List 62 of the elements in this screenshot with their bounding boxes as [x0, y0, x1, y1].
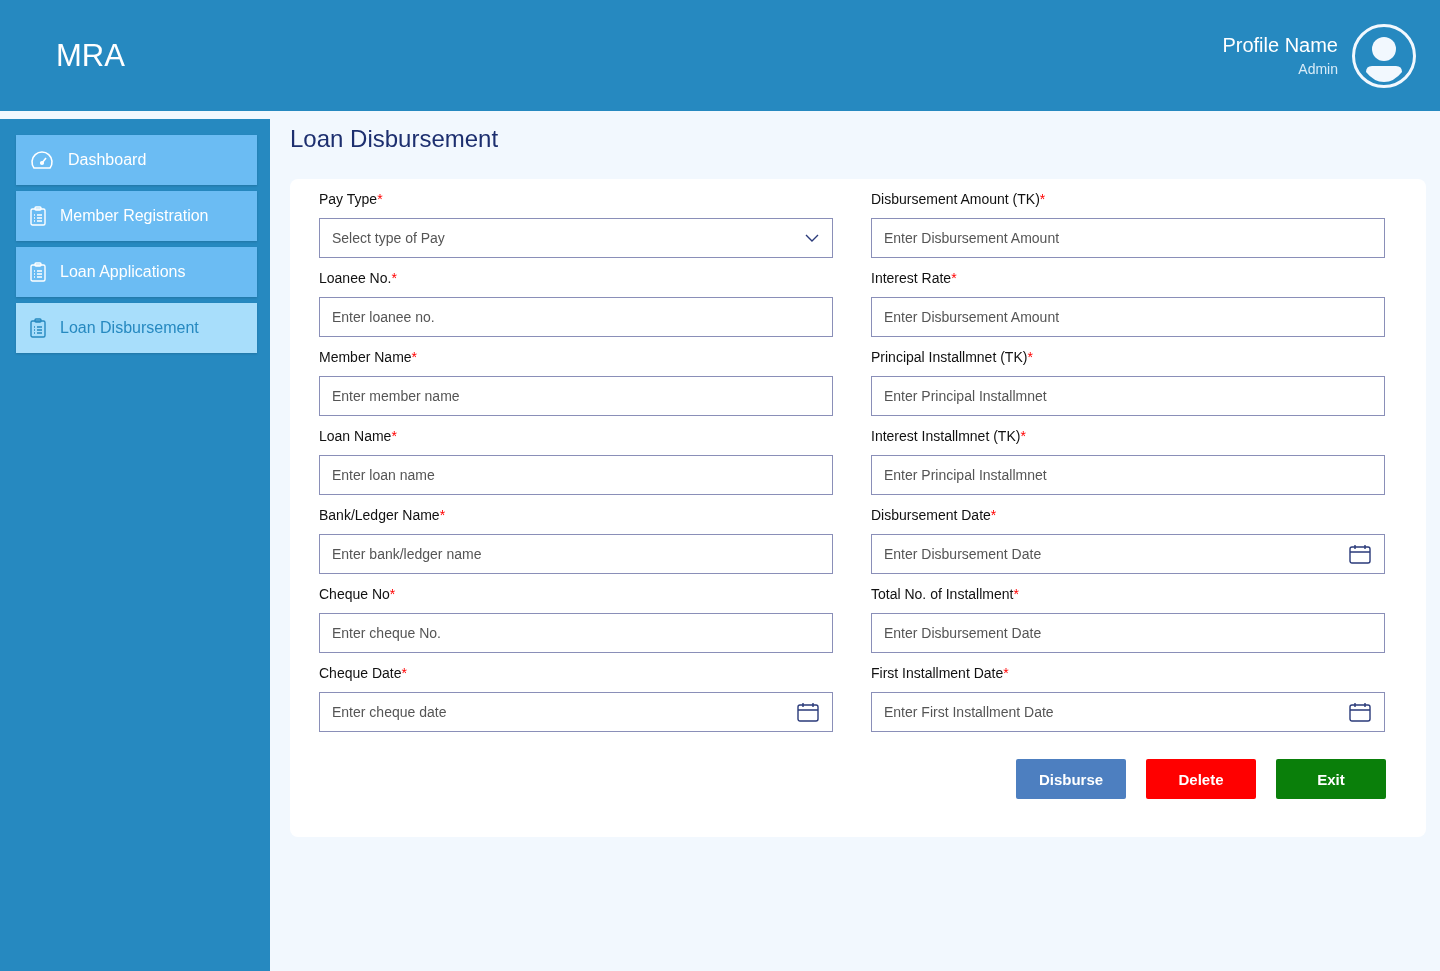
required-asterisk: * [1027, 349, 1033, 365]
required-asterisk: * [1003, 665, 1009, 681]
nav-item[interactable]: Loan Applications [16, 247, 257, 297]
calendar-icon[interactable] [1349, 544, 1371, 564]
success-button[interactable]: Exit [1276, 759, 1386, 799]
required-asterisk: * [1013, 586, 1019, 602]
primary-button[interactable]: Disburse [1016, 759, 1126, 799]
chevron-down-icon[interactable] [805, 234, 819, 242]
field-label: Loan Name [319, 428, 392, 444]
field-label: Cheque Date [319, 665, 402, 681]
field-label: Interest Rate [871, 270, 952, 286]
page-title: Loan Disbursement [290, 125, 500, 153]
input-field[interactable]: Enter bank/ledger name [319, 534, 833, 574]
input-field[interactable]: Enter loanee no. [319, 297, 833, 337]
field-label: Principal Installmnet (TK) [871, 349, 1028, 365]
date-field[interactable]: Enter cheque date [319, 692, 833, 732]
avatar-icon[interactable] [1352, 23, 1416, 88]
required-asterisk: * [391, 428, 397, 444]
required-asterisk: * [411, 349, 418, 365]
nav-item[interactable]: Dashboard [16, 135, 257, 185]
clipboard-icon [30, 262, 46, 282]
field-label: Pay Type [319, 191, 378, 207]
profile-name: Profile Name [1222, 34, 1338, 57]
required-asterisk: * [401, 665, 407, 681]
input-field[interactable]: Enter member name [319, 376, 833, 416]
clipboard-icon [30, 206, 46, 226]
field-label: Cheque No [319, 586, 390, 602]
input-field[interactable]: Enter loan name [319, 455, 833, 495]
field-label: Disbursement Amount (TK) [871, 191, 1040, 207]
required-asterisk: * [389, 586, 396, 602]
required-asterisk: * [377, 191, 383, 207]
input-field[interactable]: Enter cheque No. [319, 613, 833, 653]
input-field[interactable]: Enter Disbursement Date [871, 613, 1385, 653]
required-asterisk: * [439, 507, 446, 523]
field-label: Bank/Ledger Name [319, 507, 440, 523]
field-label: Interest Installmnet (TK) [871, 428, 1021, 444]
calendar-icon[interactable] [1349, 702, 1371, 722]
required-asterisk: * [990, 507, 997, 523]
calendar-icon[interactable] [797, 702, 819, 722]
input-field[interactable]: Enter Disbursement Amount [871, 218, 1385, 258]
input-field[interactable]: Enter Principal Installmnet [871, 455, 1385, 495]
required-asterisk: * [1020, 428, 1026, 444]
danger-button[interactable]: Delete [1146, 759, 1256, 799]
input-field[interactable]: Enter Disbursement Amount [871, 297, 1385, 337]
input-field[interactable]: Enter Principal Installmnet [871, 376, 1385, 416]
clipboard-icon [30, 318, 46, 338]
field-label: First Installment Date [871, 665, 1004, 681]
gauge-icon [30, 150, 54, 170]
field-label: Loanee No. [319, 270, 392, 286]
nav-item[interactable]: Member Registration [16, 191, 257, 241]
required-asterisk: * [951, 270, 957, 286]
date-field[interactable]: Enter First Installment Date [871, 692, 1385, 732]
select-field[interactable]: Select type of Pay [319, 218, 833, 258]
field-label: Disbursement Date [871, 507, 991, 523]
required-asterisk: * [391, 270, 397, 286]
logo: MRA [56, 37, 125, 74]
nav-item[interactable]: Loan Disbursement [16, 303, 257, 353]
profile-role: Admin [1298, 61, 1338, 77]
date-field[interactable]: Enter Disbursement Date [871, 534, 1385, 574]
field-label: Total No. of Installment [871, 586, 1014, 602]
field-label: Member Name [319, 349, 412, 365]
required-asterisk: * [1039, 191, 1046, 207]
